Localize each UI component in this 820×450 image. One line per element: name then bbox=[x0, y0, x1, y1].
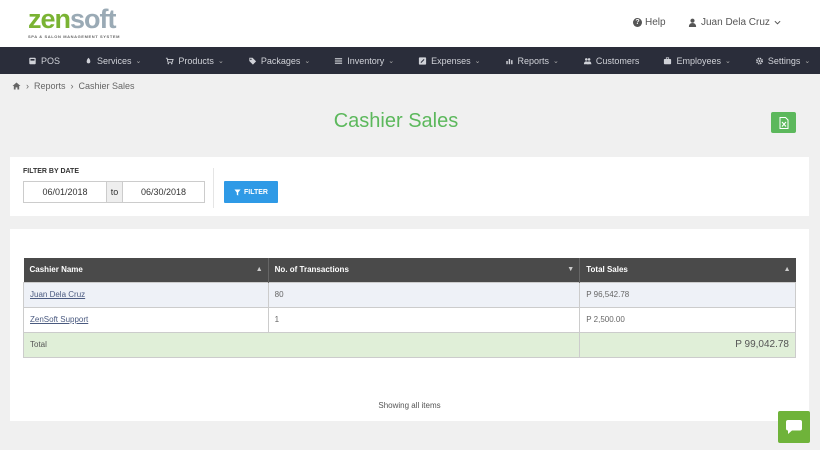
cashier-name-cell: Juan Dela Cruz bbox=[23, 281, 269, 308]
total-label: Total bbox=[22, 331, 581, 358]
chart-icon bbox=[505, 58, 513, 64]
nav-settings-label: Settings bbox=[767, 55, 801, 66]
logo-zen: ZEN bbox=[28, 4, 71, 34]
transactions-cell: 80 bbox=[267, 281, 581, 308]
nav-inventory-label: Inventory bbox=[347, 55, 385, 66]
cashier-link[interactable]: Juan Dela Cruz bbox=[30, 290, 85, 299]
filter-button-label: FILTER bbox=[244, 188, 268, 196]
nav-reports[interactable]: Reports ⌄ bbox=[505, 56, 559, 66]
list-icon bbox=[335, 57, 343, 64]
chevron-right-icon: › bbox=[70, 81, 74, 91]
table-row: Juan Dela Cruz 80 P 96,542.78 bbox=[23, 281, 796, 308]
total-row: Total P 99,042.78 bbox=[22, 331, 796, 358]
nav-products-label: Products bbox=[178, 55, 214, 66]
table-row: ZenSoft Support 1 P 2,500.00 bbox=[23, 306, 796, 333]
home-icon[interactable] bbox=[12, 82, 21, 90]
date-from-input[interactable]: 06/01/2018 bbox=[23, 181, 107, 203]
filter-button[interactable]: FILTER bbox=[224, 181, 278, 203]
col-cashier-name-label: Cashier Name bbox=[29, 265, 83, 275]
filter-label: FILTER BY DATE bbox=[23, 168, 79, 175]
chevron-down-icon: ⌄ bbox=[135, 57, 142, 65]
nav-inventory[interactable]: Inventory ⌄ bbox=[334, 56, 394, 66]
chat-button[interactable] bbox=[778, 411, 810, 443]
top-header: ZENSOFT SPA & SALON MANAGEMENT SYSTEM ? … bbox=[0, 0, 820, 47]
breadcrumb-reports[interactable]: Reports bbox=[34, 81, 66, 91]
chevron-down-icon: ⌄ bbox=[217, 57, 224, 65]
report-panel: Cashier Name ▲︎ No. of Transactions ▼ Tota… bbox=[10, 229, 809, 421]
cashier-sales-table: Cashier Name ▲︎ No. of Transactions ▼ Tota… bbox=[22, 258, 796, 358]
nav-pos-label: POS bbox=[41, 55, 61, 66]
user-menu[interactable]: Juan Dela Cruz bbox=[688, 17, 781, 28]
nav-pos[interactable]: POS bbox=[28, 56, 60, 66]
nav-customers[interactable]: Customers bbox=[583, 55, 640, 66]
col-total-sales-label: Total Sales bbox=[586, 265, 628, 275]
excel-file-icon bbox=[779, 116, 788, 129]
nav-products[interactable]: Products ⌄ bbox=[165, 55, 224, 66]
expenses-icon bbox=[419, 56, 427, 65]
sort-down-icon: ▼ bbox=[567, 266, 575, 273]
filter-divider bbox=[213, 168, 214, 208]
logo-soft: SOFT bbox=[70, 4, 116, 34]
pos-icon bbox=[29, 57, 36, 64]
nav-settings[interactable]: Settings ⌄ bbox=[755, 56, 810, 66]
question-circle-icon: ? bbox=[633, 18, 642, 27]
users-icon bbox=[583, 57, 592, 64]
export-excel-button[interactable] bbox=[771, 112, 796, 133]
page-title: Cashier Sales bbox=[333, 110, 459, 132]
logo-tagline: SPA & SALON MANAGEMENT SYSTEM bbox=[28, 34, 121, 39]
cashier-link[interactable]: ZenSoft Support bbox=[30, 315, 88, 324]
nav-employees[interactable]: Employees ⌄ bbox=[663, 55, 731, 66]
nav-packages[interactable]: Packages ⌄ bbox=[248, 56, 310, 66]
funnel-icon bbox=[234, 188, 241, 196]
sales-cell: P 2,500.00 bbox=[579, 306, 796, 333]
date-to-input[interactable]: 06/30/2018 bbox=[122, 181, 205, 203]
nav-services[interactable]: Services ⌄ bbox=[84, 56, 141, 66]
breadcrumb-current: Cashier Sales bbox=[78, 81, 135, 91]
col-transactions-label: No. of Transactions bbox=[274, 265, 349, 275]
help-label: Help bbox=[645, 17, 666, 28]
chevron-down-icon bbox=[774, 20, 781, 25]
user-icon bbox=[688, 18, 697, 27]
col-total-sales[interactable]: Total Sales ▲︎ bbox=[579, 258, 796, 282]
briefcase-icon bbox=[664, 56, 672, 64]
sort-icon: ▲︎ bbox=[783, 266, 791, 273]
chevron-right-icon: › bbox=[26, 81, 29, 91]
nav-employees-label: Employees bbox=[676, 55, 721, 66]
cart-icon bbox=[166, 57, 175, 64]
nav-expenses[interactable]: Expenses ⌄ bbox=[418, 55, 481, 66]
total-value: P 99,042.78 bbox=[579, 331, 796, 358]
cashier-name-cell: ZenSoft Support bbox=[23, 306, 269, 333]
nav-expenses-label: Expenses bbox=[431, 55, 471, 66]
tag-icon bbox=[249, 57, 256, 65]
chat-bubble-icon bbox=[786, 420, 802, 434]
breadcrumb: › Reports › Cashier Sales bbox=[12, 81, 135, 91]
showing-items-text: Showing all items bbox=[378, 401, 441, 410]
gear-icon bbox=[755, 57, 763, 64]
chevron-down-icon: ⌄ bbox=[388, 57, 395, 65]
table-header-row: Cashier Name ▲︎ No. of Transactions ▼ Tota… bbox=[23, 258, 796, 282]
services-icon bbox=[86, 57, 91, 63]
chevron-down-icon: ⌄ bbox=[553, 57, 559, 65]
zensoft-logo[interactable]: ZENSOFT SPA & SALON MANAGEMENT SYSTEM bbox=[28, 6, 128, 42]
user-name: Juan Dela Cruz bbox=[701, 17, 770, 28]
main-nav: POS Services ⌄ Products ⌄ Packages ⌄ Inv… bbox=[0, 47, 820, 74]
filter-panel: FILTER BY DATE 06/01/2018 to 06/30/2018 … bbox=[10, 157, 809, 216]
col-transactions[interactable]: No. of Transactions ▼ bbox=[268, 258, 581, 282]
transactions-cell: 1 bbox=[267, 306, 581, 333]
chevron-down-icon: ⌄ bbox=[474, 57, 481, 65]
help-link[interactable]: ? Help bbox=[633, 17, 666, 28]
nav-packages-label: Packages bbox=[260, 55, 301, 66]
chevron-down-icon: ⌄ bbox=[724, 57, 731, 65]
sales-cell: P 96,542.78 bbox=[579, 281, 796, 308]
sort-icon: ▲︎ bbox=[255, 266, 263, 273]
nav-customers-label: Customers bbox=[595, 55, 640, 66]
date-to-label: to bbox=[107, 181, 122, 203]
col-cashier-name[interactable]: Cashier Name ▲︎ bbox=[23, 258, 269, 282]
nav-reports-label: Reports bbox=[517, 55, 550, 66]
chevron-down-icon: ⌄ bbox=[304, 57, 311, 65]
nav-services-label: Services bbox=[97, 55, 132, 66]
chevron-down-icon: ⌄ bbox=[804, 57, 811, 65]
date-range: 06/01/2018 to 06/30/2018 bbox=[23, 181, 205, 203]
